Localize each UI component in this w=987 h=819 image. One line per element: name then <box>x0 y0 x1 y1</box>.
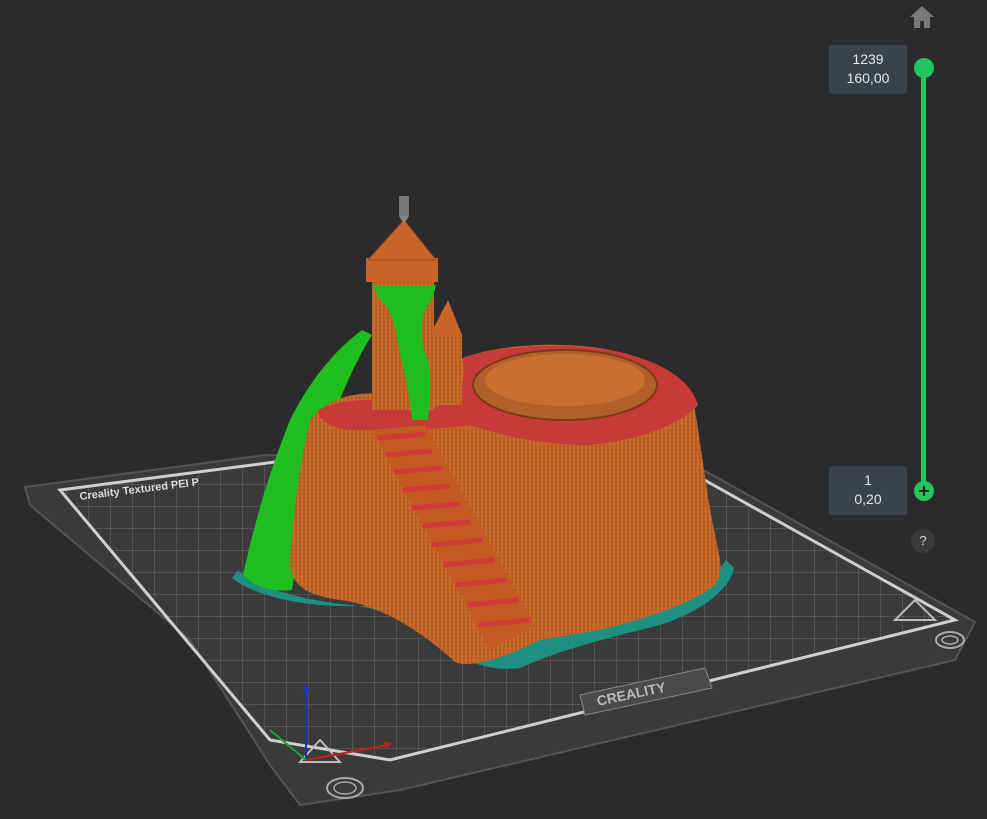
top-layer-height: 160,00 <box>846 70 890 86</box>
top-layer-readout: 1239 160,00 <box>829 45 907 94</box>
bottom-layer-readout: 1 0,20 <box>829 466 907 515</box>
tower <box>366 196 462 420</box>
layer-slider-top-handle[interactable] <box>914 58 934 78</box>
home-icon <box>910 6 934 28</box>
top-layer-number: 1239 <box>852 51 884 67</box>
bottom-layer-number: 1 <box>864 472 872 488</box>
bottom-layer-height: 0,20 <box>854 491 882 507</box>
layer-slider-track[interactable] <box>921 68 926 491</box>
3d-viewport[interactable]: Creality Textured PEI P CREALITY <box>0 0 987 819</box>
home-button[interactable] <box>908 4 936 30</box>
plus-icon: + <box>917 481 931 500</box>
help-button[interactable]: ? <box>911 529 935 553</box>
layer-slider-bottom-handle[interactable]: + <box>914 481 934 501</box>
app-window: Creality Textured PEI P CREALITY 1239 16… <box>0 0 987 819</box>
